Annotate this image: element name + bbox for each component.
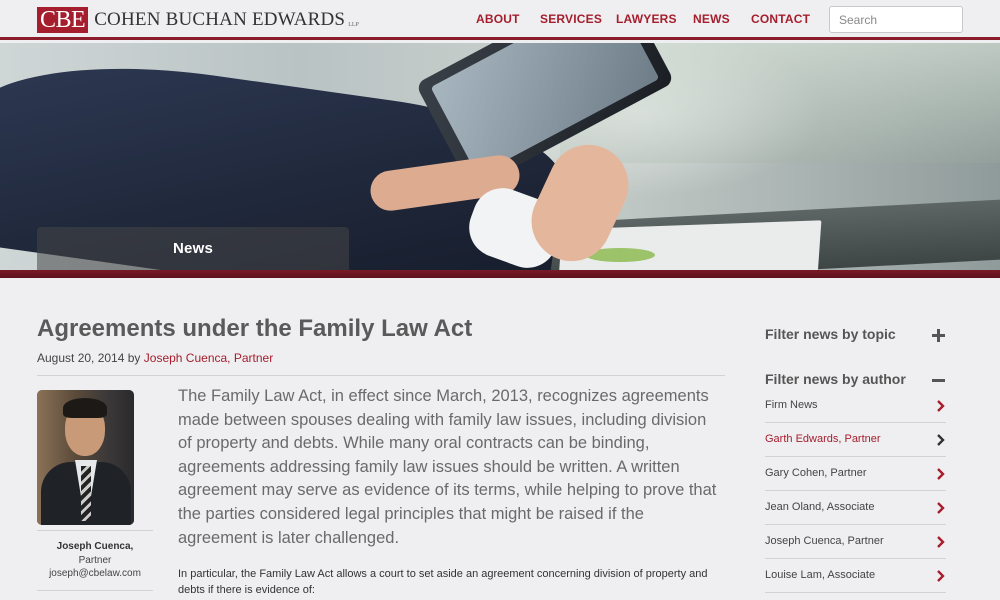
filter-author-heading[interactable]: Filter news by author bbox=[765, 371, 906, 387]
article-lead: The Family Law Act, in effect since Marc… bbox=[178, 387, 717, 547]
logo[interactable]: CBE COHEN BUCHAN EDWARDS LLP bbox=[37, 6, 359, 34]
author-email[interactable]: joseph@cbelaw.com bbox=[37, 568, 153, 579]
nav-services[interactable]: SERVICES bbox=[540, 12, 602, 26]
sidebar-divider bbox=[765, 592, 946, 593]
article-date: August 20, 2014 bbox=[37, 351, 125, 365]
article-author-link[interactable]: Joseph Cuenca, Partner bbox=[144, 351, 273, 365]
sidebar-divider bbox=[765, 558, 946, 559]
filter-topic-heading[interactable]: Filter news by topic bbox=[765, 326, 896, 342]
sidebar-divider bbox=[765, 456, 946, 457]
collapse-minus-icon[interactable] bbox=[930, 372, 946, 388]
author-photo bbox=[37, 390, 134, 525]
author-filter-item[interactable]: Firm News bbox=[765, 399, 946, 433]
chevron-right-icon bbox=[936, 502, 946, 514]
section-label: News bbox=[173, 240, 213, 257]
author-filter-item[interactable]: Gary Cohen, Partner bbox=[765, 467, 946, 501]
article-byline: August 20, 2014 by Joseph Cuenca, Partne… bbox=[37, 351, 273, 365]
author-card-divider bbox=[37, 530, 153, 531]
nav-news[interactable]: NEWS bbox=[693, 12, 730, 26]
logo-suffix: LLP bbox=[348, 22, 359, 28]
article-by: by bbox=[127, 351, 141, 365]
chevron-right-icon bbox=[936, 468, 946, 480]
author-filter-label: Garth Edwards, Partner bbox=[765, 433, 881, 445]
chevron-right-icon bbox=[936, 400, 946, 412]
sidebar-divider bbox=[765, 490, 946, 491]
author-filter-label: Firm News bbox=[765, 399, 818, 411]
chevron-right-icon bbox=[936, 536, 946, 548]
author-filter-label: Gary Cohen, Partner bbox=[765, 467, 867, 479]
author-card-divider-bottom bbox=[37, 590, 153, 591]
search-input[interactable] bbox=[829, 6, 963, 33]
author-filter-label: Joseph Cuenca, Partner bbox=[765, 535, 884, 547]
author-filter-item[interactable]: Jean Oland, Associate bbox=[765, 501, 946, 535]
author-filter-item[interactable]: Joseph Cuenca, Partner bbox=[765, 535, 946, 569]
nav-lawyers[interactable]: LAWYERS bbox=[616, 12, 677, 26]
article-divider bbox=[37, 375, 725, 376]
site-header: CBE COHEN BUCHAN EDWARDS LLP ABOUT SERVI… bbox=[0, 0, 1000, 40]
hero-band bbox=[0, 270, 1000, 278]
logo-name: COHEN BUCHAN EDWARDS bbox=[94, 9, 346, 30]
expand-plus-icon[interactable] bbox=[930, 327, 946, 343]
author-filter-label: Louise Lam, Associate bbox=[765, 569, 876, 581]
logo-mark: CBE bbox=[37, 7, 89, 33]
article-paragraph: In particular, the Family Law Act allows… bbox=[178, 568, 708, 596]
author-name: Joseph Cuenca, bbox=[56, 541, 134, 552]
author-title: Partner bbox=[78, 555, 112, 566]
author-filter-label: Jean Oland, Associate bbox=[765, 501, 875, 513]
author-filter-item[interactable]: Louise Lam, Associate bbox=[765, 569, 946, 600]
author-filter-item[interactable]: Garth Edwards, Partner bbox=[765, 433, 946, 467]
chevron-right-icon bbox=[936, 434, 946, 446]
nav-contact[interactable]: CONTACT bbox=[751, 12, 810, 26]
nav-about[interactable]: ABOUT bbox=[476, 12, 520, 26]
article-title: Agreements under the Family Law Act bbox=[37, 315, 473, 342]
sidebar-divider bbox=[765, 422, 946, 423]
chevron-right-icon bbox=[936, 570, 946, 582]
sidebar-divider bbox=[765, 524, 946, 525]
